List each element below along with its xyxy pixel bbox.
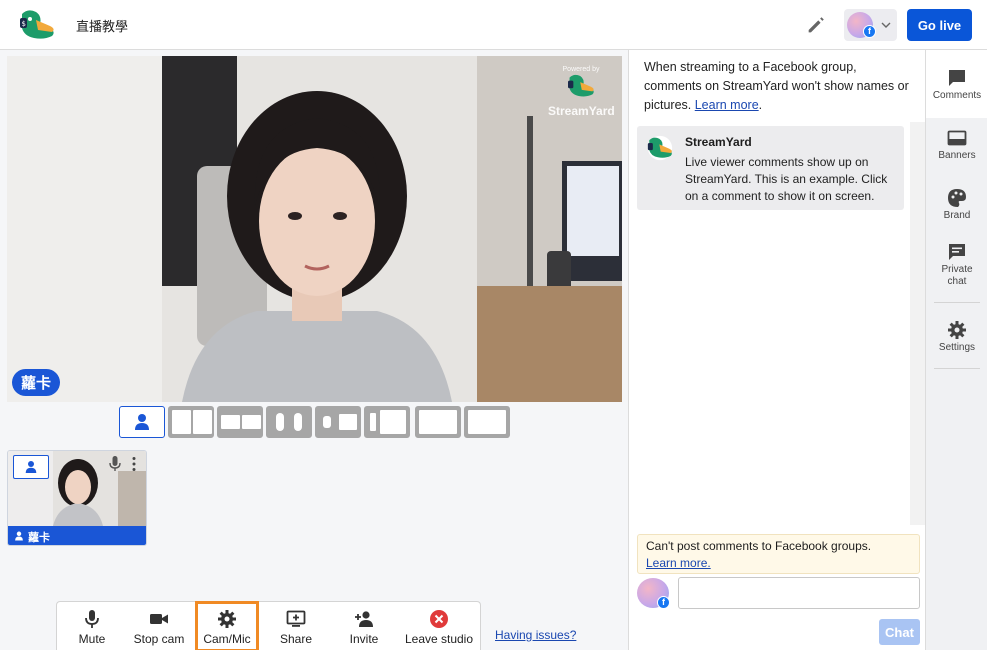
stop-cam-button[interactable]: Stop cam — [127, 602, 191, 650]
facebook-icon: f — [863, 25, 876, 38]
host-name-tag[interactable]: 蘿卡 — [12, 369, 61, 396]
comment-author: StreamYard — [685, 135, 752, 149]
mute-label: Mute — [78, 632, 106, 646]
streamyard-watermark-icon — [568, 74, 594, 97]
comment-input[interactable] — [678, 577, 920, 609]
microphone-icon[interactable] — [109, 456, 121, 472]
comments-panel: When streaming to a Facebook group, comm… — [628, 50, 925, 650]
tab-settings[interactable]: Settings — [926, 320, 987, 364]
layout-sidebar-button[interactable] — [364, 406, 410, 438]
share-screen-button[interactable]: Share — [265, 602, 327, 650]
microphone-icon — [85, 610, 99, 628]
facebook-icon: f — [657, 596, 670, 609]
layout-solo-button[interactable] — [119, 406, 165, 438]
facebook-group-notice: When streaming to a Facebook group, comm… — [644, 60, 909, 112]
add-to-stage-button[interactable] — [13, 455, 49, 479]
layout-blank-button[interactable] — [464, 406, 510, 438]
tab-settings-label: Settings — [938, 342, 976, 353]
layout-picture-button[interactable] — [315, 406, 361, 438]
top-bar: $ 直播教學 f Go live — [0, 0, 987, 50]
tab-banners[interactable]: Banners — [926, 124, 987, 180]
stop-cam-label: Stop cam — [133, 632, 185, 646]
comments-scrollbar[interactable] — [910, 122, 925, 525]
right-rail: Comments Banners Brand Private chat Sett… — [925, 50, 987, 650]
tab-banners-label: Banners — [938, 150, 976, 161]
video-camera-icon — [150, 614, 168, 624]
comment-item[interactable]: StreamYard Live viewer comments show up … — [637, 126, 904, 210]
tab-private-chat-label-2: chat — [947, 276, 967, 287]
person-icon — [135, 414, 149, 430]
palette-icon — [948, 189, 966, 207]
tab-brand[interactable]: Brand — [926, 184, 987, 240]
streamyard-logo-icon[interactable]: $ — [16, 8, 58, 42]
warning-text: Can't post comments to Facebook groups. — [646, 539, 872, 553]
rail-divider — [934, 368, 980, 369]
svg-text:$: $ — [22, 20, 26, 28]
rail-divider — [934, 302, 980, 303]
studio-title[interactable]: 直播教學 — [76, 16, 128, 35]
more-options-icon[interactable] — [131, 456, 137, 472]
layout-split-button[interactable] — [168, 406, 214, 438]
leave-studio-button[interactable]: Leave studio — [400, 602, 478, 650]
tab-private-chat-label-1: Private — [941, 264, 973, 275]
warning-learn-more-link[interactable]: Learn more. — [646, 556, 711, 570]
layout-fullscreen-button[interactable] — [415, 406, 461, 438]
streamyard-avatar-icon — [647, 135, 673, 161]
comment-icon — [949, 70, 965, 86]
banner-icon — [947, 130, 967, 146]
invite-button[interactable]: Invite — [333, 602, 395, 650]
tab-brand-label: Brand — [943, 210, 971, 221]
destination-account-button[interactable]: f — [844, 9, 897, 41]
cam-mic-settings-button[interactable]: Cam/Mic — [195, 601, 259, 650]
go-live-button[interactable]: Go live — [907, 9, 972, 41]
person-icon — [25, 461, 37, 473]
share-label: Share — [279, 632, 313, 646]
chevron-down-icon — [881, 22, 891, 28]
layout-side-by-side-button[interactable] — [217, 406, 263, 438]
self-preview-tile[interactable]: 蘿卡 — [7, 450, 147, 546]
cannot-post-warning: Can't post comments to Facebook groups. … — [637, 534, 920, 574]
tab-private-chat[interactable]: Private chat — [926, 240, 987, 300]
having-issues-link[interactable]: Having issues? — [495, 628, 576, 642]
close-circle-icon — [430, 610, 448, 628]
gear-icon — [948, 321, 966, 339]
notice-text: When streaming to a Facebook group, comm… — [644, 60, 909, 112]
gear-icon — [218, 610, 236, 628]
main-video-feed[interactable]: Powered by StreamYard 蘿卡 — [7, 56, 622, 402]
cam-mic-label: Cam/Mic — [203, 632, 251, 646]
layout-group-button[interactable] — [266, 406, 312, 438]
chat-send-button[interactable]: Chat — [879, 619, 920, 645]
mute-button[interactable]: Mute — [61, 602, 123, 650]
watermark-brand: StreamYard — [548, 104, 615, 118]
self-name-text: 蘿卡 — [28, 532, 50, 544]
add-person-icon — [355, 611, 373, 627]
comment-text: Live viewer comments show up on StreamYa… — [685, 155, 888, 203]
watermark-powered-by: Powered by — [562, 66, 600, 73]
tab-comments[interactable]: Comments — [926, 50, 987, 118]
screen-share-icon — [286, 610, 306, 627]
tab-comments-label: Comments — [932, 90, 982, 101]
self-name-label: 蘿卡 — [8, 526, 146, 545]
video-frame — [7, 56, 622, 402]
chat-bubble-icon — [949, 244, 965, 260]
notice-learn-more-link[interactable]: Learn more — [695, 98, 759, 112]
pencil-icon[interactable] — [805, 14, 827, 36]
person-icon — [15, 531, 23, 541]
invite-label: Invite — [349, 632, 379, 646]
streamyard-watermark: Powered by StreamYard — [548, 66, 615, 118]
control-bar: Mute Stop cam Cam/Mic Share Invite Leave… — [56, 601, 481, 650]
leave-label: Leave studio — [404, 632, 474, 646]
